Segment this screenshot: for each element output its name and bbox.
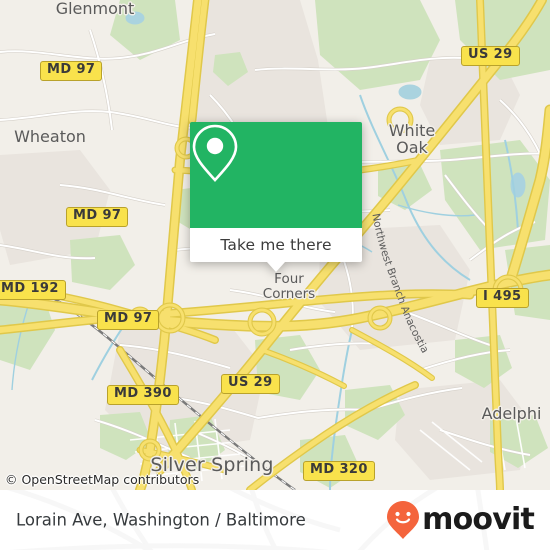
- osm-attribution[interactable]: © OpenStreetMap contributors: [5, 472, 199, 487]
- popup-pointer-tail: [267, 262, 285, 272]
- highway-shield-md97-south[interactable]: MD 97: [97, 310, 160, 330]
- highway-shield-us29-south[interactable]: US 29: [221, 374, 280, 394]
- map-canvas[interactable]: Northwest Branch Anacostia River Glenmon…: [0, 0, 550, 490]
- map-pin-icon: [192, 124, 238, 182]
- highway-shield-i495[interactable]: I 495: [476, 288, 529, 308]
- highway-shield-us29-north[interactable]: US 29: [461, 46, 520, 66]
- moovit-wordmark: moovit: [422, 502, 535, 537]
- screenshot-root: Northwest Branch Anacostia River Glenmon…: [0, 0, 550, 550]
- destination-popup-card[interactable]: Take me there: [190, 122, 362, 272]
- highway-shield-md192[interactable]: MD 192: [0, 280, 66, 300]
- moovit-brand[interactable]: moovit: [386, 500, 535, 540]
- take-me-there-label: Take me there: [220, 236, 332, 254]
- highway-shield-md320[interactable]: MD 320: [303, 461, 375, 481]
- highway-shield-md97-north[interactable]: MD 97: [40, 61, 103, 81]
- take-me-there-button[interactable]: Take me there: [190, 228, 362, 262]
- popup-icon-area: [190, 122, 362, 228]
- footer-location-title: Lorain Ave, Washington / Baltimore: [16, 510, 306, 530]
- moovit-smiley-pin-icon: [387, 501, 420, 539]
- highway-shield-md97-mid[interactable]: MD 97: [66, 207, 129, 227]
- footer-bar: Lorain Ave, Washington / Baltimore moovi…: [0, 490, 550, 550]
- highway-shield-md390[interactable]: MD 390: [107, 385, 179, 405]
